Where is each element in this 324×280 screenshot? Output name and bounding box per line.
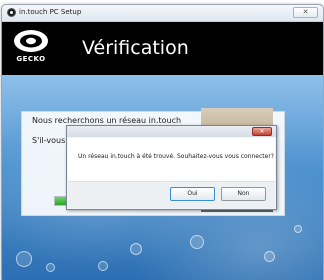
bubble-decoration — [190, 235, 204, 249]
dialog-close-button[interactable]: ✕ — [252, 127, 272, 136]
header-banner: GECKO Vérification — [2, 22, 323, 75]
dialog-footer: Oui Non — [68, 181, 275, 208]
window-titlebar[interactable]: in.touch PC Setup ✕ — [2, 5, 323, 22]
bubble-decoration — [294, 225, 302, 233]
bubble-decoration — [98, 261, 108, 271]
window-title: in.touch PC Setup — [19, 8, 82, 16]
connect-dialog: ✕ Un réseau in.touch à été trouvé. Souha… — [66, 125, 277, 210]
bubble-decoration — [16, 251, 32, 267]
dialog-message: Un réseau in.touch à été trouvé. Souhait… — [78, 153, 274, 160]
dialog-body: Un réseau in.touch à été trouvé. Souhait… — [68, 138, 275, 208]
gecko-logo: GECKO — [11, 29, 51, 69]
bubble-decoration — [46, 263, 55, 272]
bubble-decoration — [130, 243, 142, 255]
instruction-text: S'il-vous — [32, 136, 66, 145]
yes-button[interactable]: Oui — [170, 187, 215, 201]
app-icon — [7, 8, 16, 17]
no-button[interactable]: Non — [221, 187, 266, 201]
brand-wordmark: GECKO — [16, 55, 46, 63]
page-title: Vérification — [82, 37, 189, 59]
screen: in.touch PC Setup ✕ GECKO Vérification N… — [0, 0, 324, 280]
bubble-decoration — [264, 251, 275, 262]
window-close-button[interactable]: ✕ — [293, 7, 318, 18]
dialog-titlebar[interactable]: ✕ — [67, 126, 276, 137]
installer-window: in.touch PC Setup ✕ GECKO Vérification N… — [1, 4, 324, 280]
gecko-logo-icon — [14, 30, 48, 52]
status-text: Nous recherchons un réseau in.touch — [32, 116, 182, 125]
